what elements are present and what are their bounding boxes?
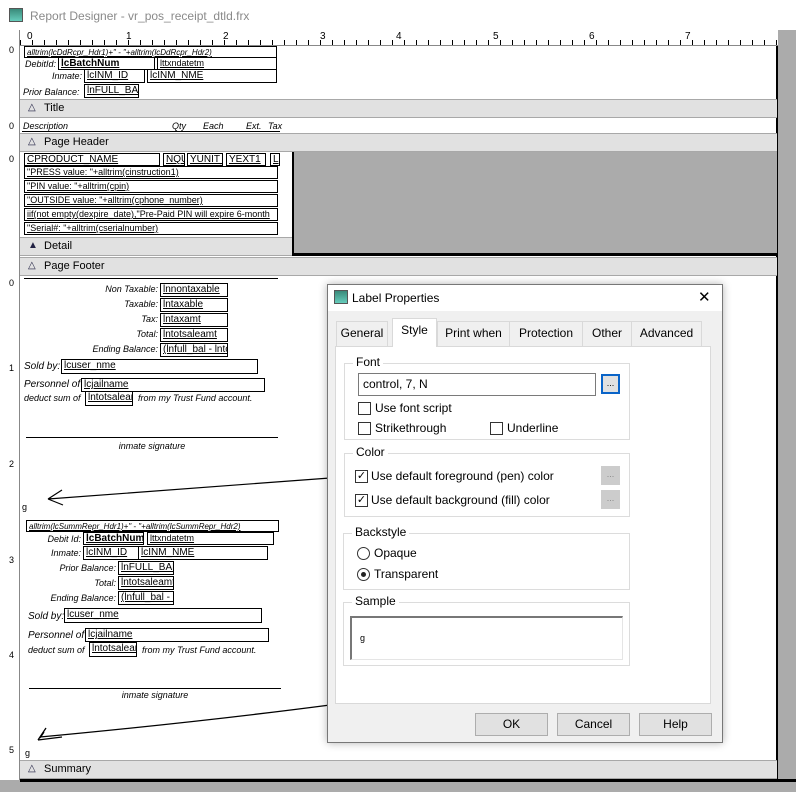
tab-protection[interactable]: Protection (509, 321, 583, 346)
label-properties-dialog: Label Properties ✕ General Style Print w… (327, 284, 723, 743)
default-foreground-checkbox[interactable]: ✓ (355, 470, 368, 483)
checkbox-label: Use font script (375, 401, 452, 415)
tab-style[interactable]: Style (392, 318, 437, 347)
checkbox-label: Underline (507, 421, 559, 435)
foreground-color-button[interactable]: ... (601, 466, 620, 485)
group-label: Font (353, 355, 384, 369)
backstyle-group: Backstyle Opaque Transparent (343, 525, 630, 590)
strikethrough-checkbox[interactable] (358, 422, 371, 435)
background-color-button[interactable]: ... (601, 490, 620, 509)
sample-group: Sample g (343, 594, 630, 666)
checkbox-label: Strikethrough (375, 421, 447, 435)
dialog-icon (334, 290, 348, 304)
checkbox-label: Use default foreground (pen) color (371, 469, 554, 483)
tab-other[interactable]: Other (582, 321, 632, 346)
dialog-titlebar[interactable]: Label Properties ✕ (328, 285, 722, 311)
radio-label: Transparent (374, 567, 439, 581)
arrow-annotation (47, 477, 331, 506)
use-font-script-checkbox[interactable] (358, 402, 371, 415)
default-background-checkbox[interactable]: ✓ (355, 494, 368, 507)
cancel-button[interactable]: Cancel (557, 713, 630, 736)
font-picker-button[interactable]: ... (601, 374, 620, 394)
tab-print-when[interactable]: Print when (437, 321, 510, 346)
group-label: Sample (352, 594, 399, 608)
tab-general[interactable]: General (336, 321, 388, 346)
tab-advanced[interactable]: Advanced (631, 321, 702, 346)
close-icon[interactable]: ✕ (698, 288, 711, 306)
font-input[interactable]: control, 7, N (358, 373, 596, 396)
group-label: Backstyle (352, 525, 410, 539)
underline-checkbox[interactable] (490, 422, 503, 435)
arrow-annotation (37, 704, 331, 741)
ok-button[interactable]: OK (475, 713, 548, 736)
font-group: Font control, 7, N ... Use font script S… (344, 355, 630, 440)
transparent-radio[interactable] (357, 568, 370, 581)
group-label: Color (353, 445, 388, 459)
dialog-title: Label Properties (352, 291, 440, 305)
color-group: Color ✓ Use default foreground (pen) col… (344, 445, 630, 517)
checkbox-label: Use default background (fill) color (371, 493, 550, 507)
sample-preview: g (350, 616, 623, 660)
help-button[interactable]: Help (639, 713, 712, 736)
style-tab-panel: Font control, 7, N ... Use font script S… (335, 346, 711, 704)
opaque-radio[interactable] (357, 547, 370, 560)
radio-label: Opaque (374, 546, 417, 560)
